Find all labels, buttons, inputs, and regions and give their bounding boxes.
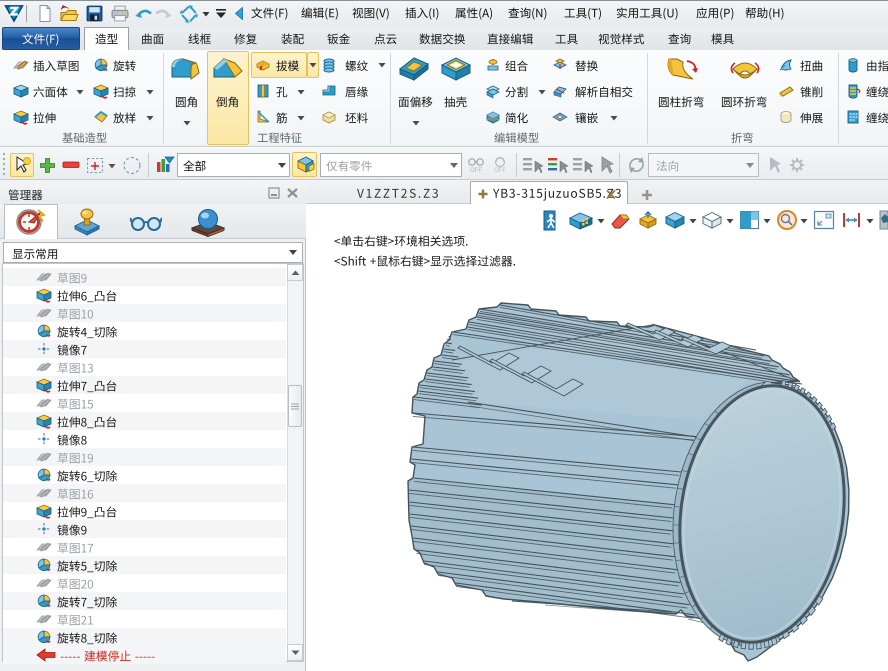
svg-text:OFF: OFF: [470, 168, 482, 174]
svg-text:OFF: OFF: [494, 168, 506, 174]
